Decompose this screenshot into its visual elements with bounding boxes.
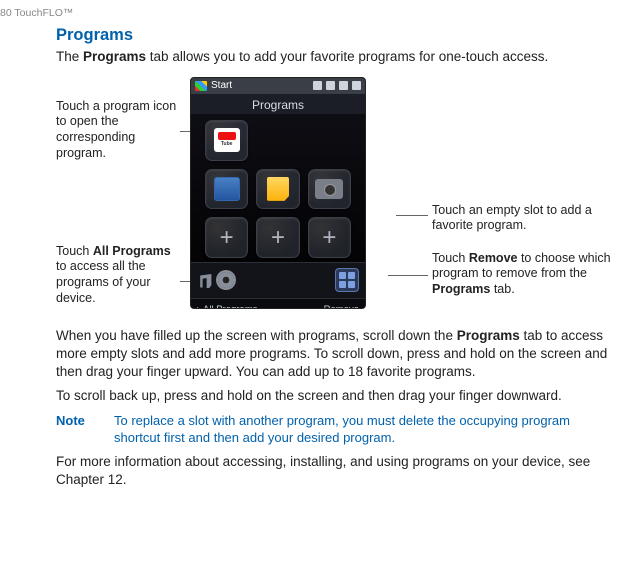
cl-br-pre: Touch: [432, 251, 469, 265]
cl-br-post: tab.: [490, 282, 514, 296]
intro-text: The Programs tab allows you to add your …: [56, 48, 617, 66]
content: Programs The Programs tab allows you to …: [0, 24, 631, 489]
cl-br-b1: Remove: [469, 251, 518, 265]
intro-bold: Programs: [83, 49, 146, 64]
triangle-icon: [197, 307, 201, 308]
empty-slot[interactable]: +: [308, 217, 351, 258]
tab-strip[interactable]: [191, 262, 365, 298]
notes-icon: [267, 177, 289, 201]
callout-bottom-right: Touch Remove to choose which program to …: [432, 251, 631, 298]
leader-line: [396, 215, 428, 216]
body-para-3: For more information about accessing, in…: [56, 453, 617, 489]
settings-tab-icon[interactable]: [218, 272, 234, 288]
app-grid: Tube + + +: [191, 114, 365, 262]
music-tab-icon[interactable]: [197, 272, 213, 288]
youtube-icon: Tube: [214, 128, 240, 152]
close-icon[interactable]: [352, 81, 361, 90]
plus-icon: +: [220, 226, 234, 250]
note-text: To replace a slot with another program, …: [114, 412, 617, 447]
all-programs-label: All Programs: [203, 304, 257, 309]
note-row: Note To replace a slot with another prog…: [56, 412, 617, 447]
p1-pre: When you have filled up the screen with …: [56, 328, 457, 343]
page-header: 80 TouchFLO™: [0, 0, 631, 20]
body-para-2: To scroll back up, press and hold on the…: [56, 387, 617, 405]
figure-area: Touch a program icon to open the corresp…: [56, 77, 617, 313]
programs-tab-icon[interactable]: [335, 268, 359, 292]
empty-slot[interactable]: +: [256, 217, 299, 258]
soft-key-bar: All Programs Remove: [191, 298, 365, 309]
callout-top-left: Touch a program icon to open the corresp…: [56, 99, 178, 162]
cl-bl-pre: Touch: [56, 244, 93, 258]
softkey-remove[interactable]: Remove: [324, 304, 359, 309]
device-screenshot: Start Programs Tube: [190, 77, 366, 309]
body-para-1: When you have filled up the screen with …: [56, 327, 617, 382]
cl-bl-post: to access all the programs of your devic…: [56, 259, 150, 304]
cl-br-b2: Programs: [432, 282, 490, 296]
leader-line: [388, 275, 428, 276]
cl-bl-bold: All Programs: [93, 244, 171, 258]
callout-mid-right: Touch an empty slot to add a favorite pr…: [432, 203, 592, 234]
windows-flag-icon[interactable]: [195, 81, 207, 91]
calendar-icon: [214, 177, 240, 201]
heading-programs: Programs: [56, 24, 617, 46]
callout-bottom-left: Touch All Programs to access all the pro…: [56, 244, 180, 307]
camera-icon: [315, 179, 343, 199]
app-camera[interactable]: [308, 169, 351, 210]
status-bar[interactable]: Start: [191, 78, 365, 94]
app-youtube[interactable]: Tube: [205, 120, 248, 161]
app-calendar[interactable]: [205, 169, 248, 210]
app-notes[interactable]: [256, 169, 299, 210]
battery-icon: [339, 81, 348, 90]
note-label: Note: [56, 412, 114, 447]
youtube-label: Tube: [221, 141, 233, 148]
plus-icon: +: [322, 226, 336, 250]
empty-slot[interactable]: +: [205, 217, 248, 258]
page-number: 80: [0, 7, 12, 19]
signal-icon: [313, 81, 322, 90]
section-title: TouchFLO™: [14, 7, 73, 19]
intro-post: tab allows you to add your favorite prog…: [146, 49, 548, 64]
softkey-all-programs[interactable]: All Programs: [197, 304, 257, 309]
screen-title: Programs: [191, 94, 365, 114]
plus-icon: +: [271, 226, 285, 250]
start-label[interactable]: Start: [211, 79, 232, 93]
volume-icon: [326, 81, 335, 90]
p1-bold: Programs: [457, 328, 520, 343]
intro-pre: The: [56, 49, 83, 64]
